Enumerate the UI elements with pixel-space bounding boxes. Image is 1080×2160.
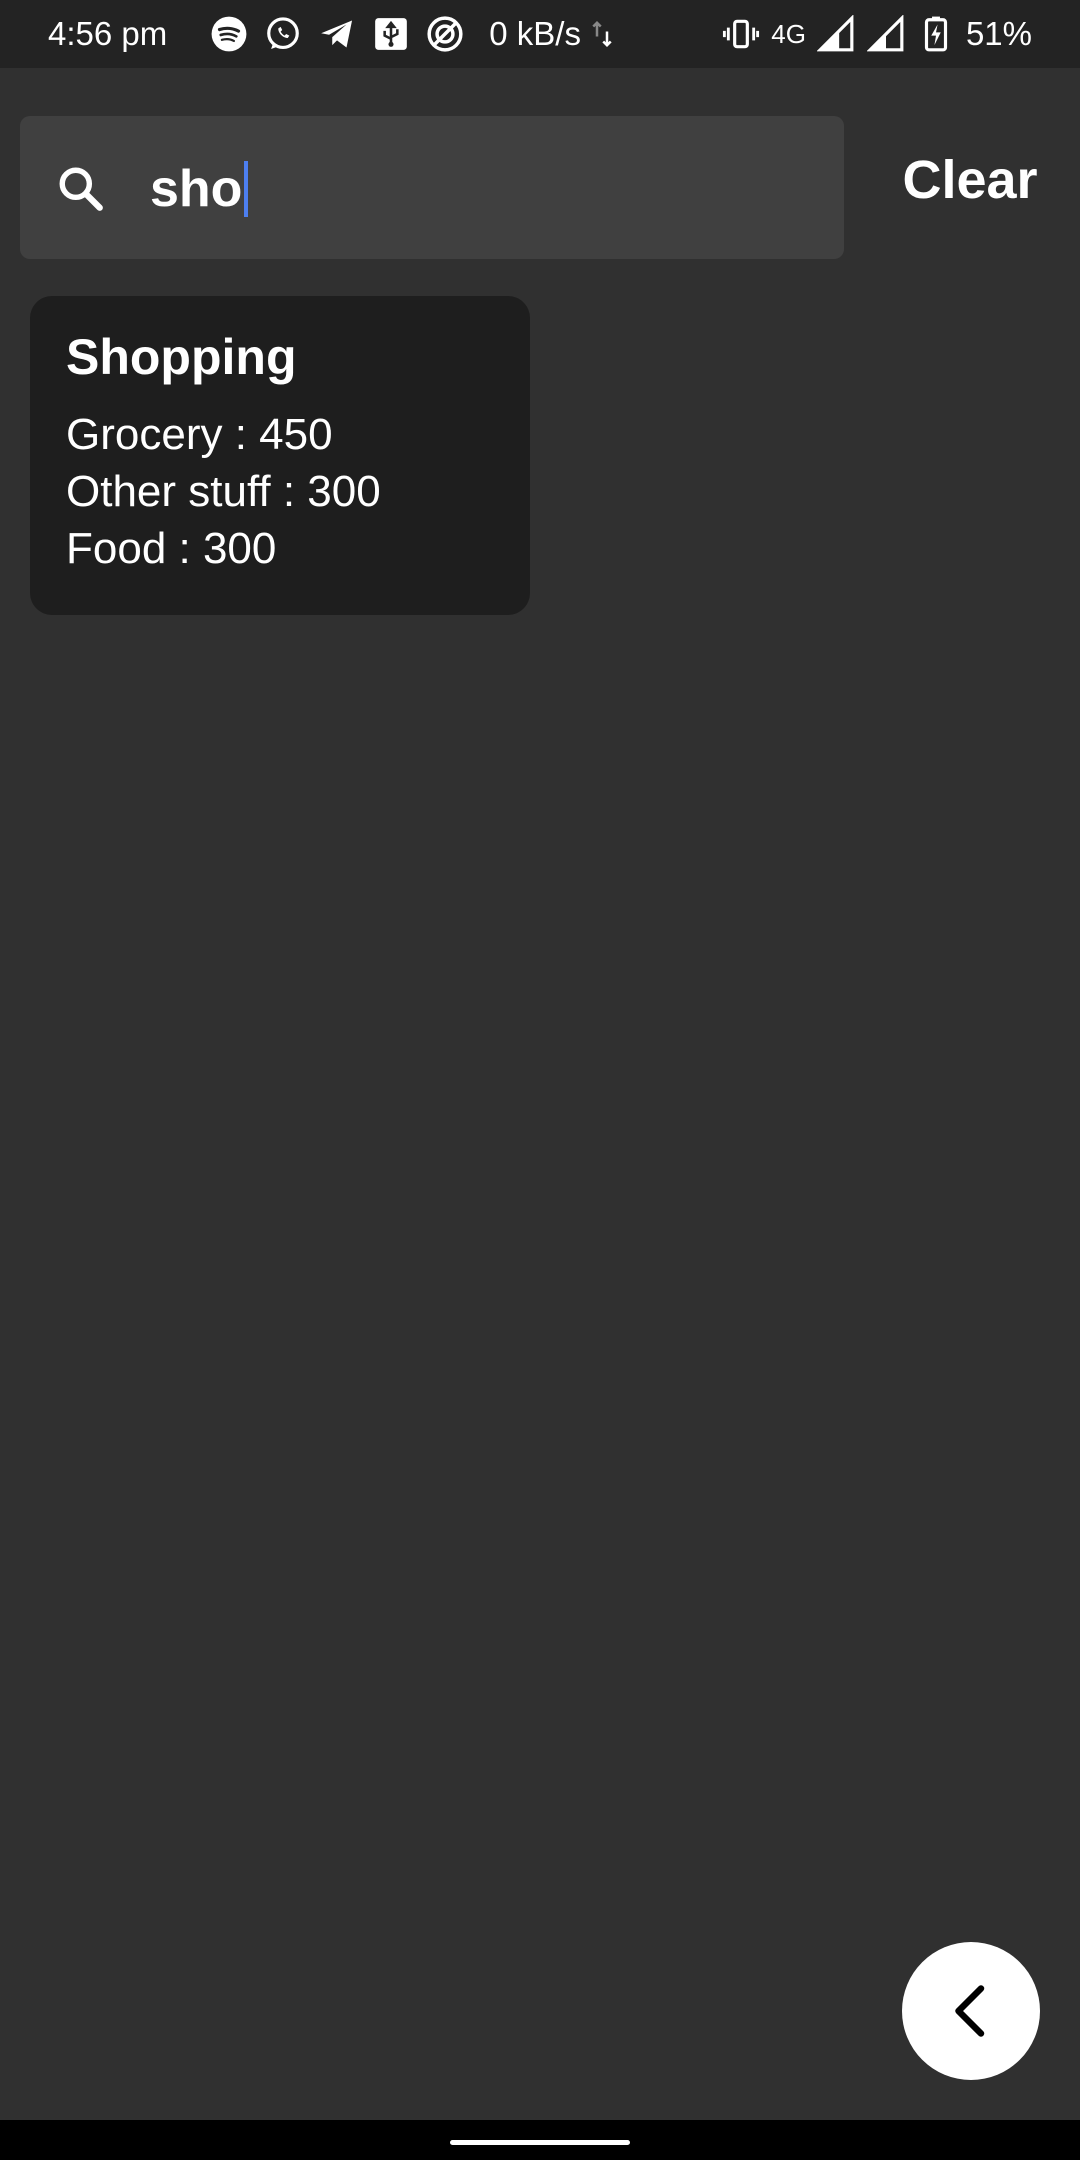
search-field[interactable]: sho <box>20 116 844 259</box>
usb-icon <box>371 14 411 54</box>
search-icon <box>59 167 103 211</box>
signal-icon <box>866 14 906 54</box>
search-input-text: sho <box>150 160 243 218</box>
spotify-icon <box>209 14 249 54</box>
battery-charging-icon <box>916 14 956 54</box>
net-speed: 0 kB/s <box>489 15 617 53</box>
home-gesture-handle[interactable] <box>450 2140 630 2145</box>
screen: 4:56 pm 0 kB/s 4G 51% sho Clear Shopping… <box>0 0 1080 2160</box>
card-item: Grocery : 450 <box>66 410 333 459</box>
search-input[interactable]: sho <box>150 154 249 224</box>
data-arrows-icon <box>592 20 612 48</box>
card-title: Shopping <box>66 329 297 385</box>
signal-icon <box>816 14 856 54</box>
back-button[interactable] <box>902 1942 1040 2080</box>
net-speed-label: 0 kB/s <box>489 15 581 52</box>
vpn-icon <box>425 14 465 54</box>
telegram-icon <box>317 14 357 54</box>
text-caret <box>244 161 249 217</box>
result-card[interactable]: Shopping Grocery : 450 Other stuff : 300… <box>30 296 530 615</box>
whatsapp-icon <box>263 14 303 54</box>
chevron-left-icon <box>955 1985 985 2037</box>
battery-level: 51% <box>965 15 1032 52</box>
network-type: 4G <box>771 18 806 49</box>
vibrate-icon <box>721 14 761 54</box>
card-item: Food : 300 <box>66 524 277 573</box>
card-item: Other stuff : 300 <box>66 467 381 516</box>
navigation-bar <box>0 2120 1080 2160</box>
status-left: 4:56 pm 0 kB/s <box>48 14 617 54</box>
status-bar: 4:56 pm 0 kB/s 4G 51% <box>0 0 1080 68</box>
status-time: 4:56 pm <box>48 15 168 52</box>
clear-button[interactable]: Clear <box>870 140 1070 220</box>
status-right: 4G 51% <box>721 14 1032 54</box>
